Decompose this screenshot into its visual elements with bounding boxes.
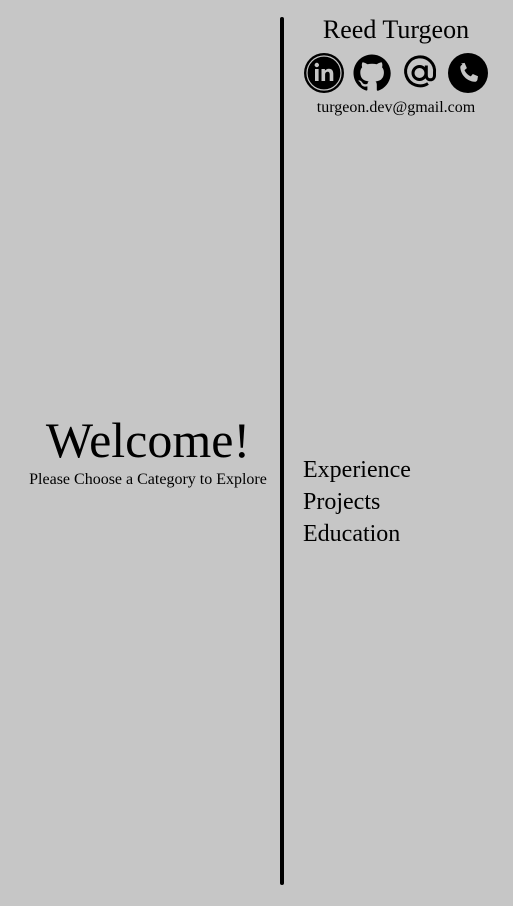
welcome-section: Welcome! Please Choose a Category to Exp… xyxy=(0,410,296,489)
phone-icon[interactable] xyxy=(448,53,488,93)
profile-name: Reed Turgeon xyxy=(322,15,470,44)
category-nav: Experience Projects Education xyxy=(303,454,411,550)
profile-header: Reed Turgeon turgeon.dev@gmail.com xyxy=(296,14,496,117)
vertical-divider xyxy=(280,17,284,885)
email-address: turgeon.dev@gmail.com xyxy=(316,99,476,116)
welcome-title: Welcome! xyxy=(45,412,251,468)
at-sign-icon[interactable] xyxy=(400,53,440,93)
github-icon[interactable] xyxy=(352,53,392,93)
social-links xyxy=(296,52,496,94)
nav-item-projects[interactable]: Projects xyxy=(303,486,411,518)
welcome-subtitle: Please Choose a Category to Explore xyxy=(29,471,267,488)
page: Welcome! Please Choose a Category to Exp… xyxy=(0,0,513,906)
linkedin-icon[interactable] xyxy=(304,53,344,93)
nav-item-education[interactable]: Education xyxy=(303,518,411,550)
nav-item-experience[interactable]: Experience xyxy=(303,454,411,486)
